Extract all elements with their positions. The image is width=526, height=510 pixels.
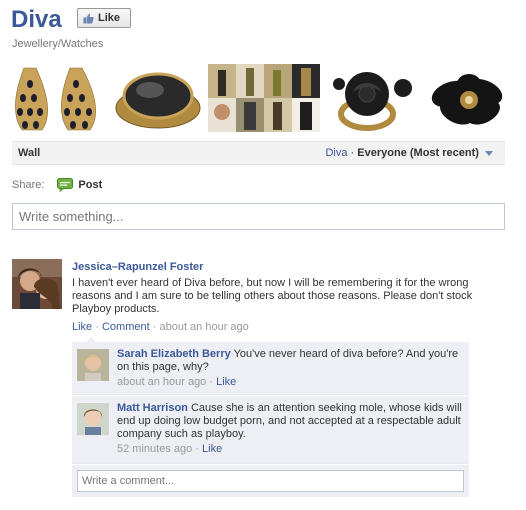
like-page-button[interactable]: Like: [77, 8, 131, 28]
wall-title[interactable]: Wall: [18, 147, 40, 159]
comment-author[interactable]: Sarah Elizabeth Berry: [117, 348, 231, 360]
rose-ring-photo[interactable]: [323, 64, 418, 132]
post-message: I haven't ever heard of Diva before, but…: [72, 277, 473, 315]
photo-strip: [12, 64, 516, 132]
earrings-photo[interactable]: [12, 64, 107, 132]
wall-header: Wall Diva · Everyone (Most recent): [12, 141, 505, 165]
like-link[interactable]: Like: [72, 321, 92, 333]
separator: ·: [95, 321, 99, 333]
comment: Matt Harrison Cause she is an attention …: [72, 396, 469, 464]
comment-timestamp[interactable]: 52 minutes ago: [117, 443, 192, 455]
page-title[interactable]: Diva: [11, 6, 62, 34]
black-cocktail-ring-photo[interactable]: [110, 64, 205, 132]
comment-link[interactable]: Comment: [102, 321, 150, 333]
wall-filter-page[interactable]: Diva: [325, 147, 347, 159]
separator: ·: [209, 376, 214, 388]
avatar[interactable]: [77, 403, 109, 435]
post-tab[interactable]: Post: [78, 179, 102, 191]
post-icon: [57, 178, 74, 192]
post-author[interactable]: Jessica–Rapunzel Foster: [72, 261, 497, 273]
comment-timestamp[interactable]: about an hour ago: [117, 376, 206, 388]
comment-meta: 52 minutes ago · Like: [117, 443, 464, 456]
avatar[interactable]: [77, 349, 109, 381]
like-button-label: Like: [98, 12, 121, 24]
comment-composer: Write a comment...: [72, 465, 469, 497]
flower-ring-photo[interactable]: [421, 64, 516, 132]
post-timestamp[interactable]: about an hour ago: [159, 321, 248, 333]
comment-like-link[interactable]: Like: [216, 376, 236, 388]
comment: Sarah Elizabeth Berry You've never heard…: [72, 342, 469, 395]
comment-author[interactable]: Matt Harrison: [117, 402, 188, 414]
thumbs-up-icon: [83, 13, 94, 23]
comment-like-link[interactable]: Like: [202, 443, 222, 455]
comments-list: Sarah Elizabeth Berry You've never heard…: [72, 337, 469, 497]
fashion-collage-photo[interactable]: [208, 64, 320, 132]
separator: ·: [152, 321, 157, 333]
comment-input[interactable]: Write a comment...: [77, 470, 464, 492]
separator: ·: [195, 443, 199, 455]
wall-filter[interactable]: Diva · Everyone (Most recent): [325, 147, 493, 159]
wall-filter-scope[interactable]: Everyone (Most recent): [357, 147, 479, 159]
post-meta: Like · Comment · about an hour ago: [72, 321, 497, 333]
dropdown-arrow-icon[interactable]: [485, 150, 493, 156]
share-label: Share:: [12, 179, 45, 191]
wall-post: Jessica–Rapunzel Foster I haven't ever h…: [72, 261, 497, 333]
share-bar: Share: Post: [12, 178, 102, 192]
avatar[interactable]: [12, 259, 62, 309]
separator: ·: [350, 147, 355, 159]
comment-meta: about an hour ago · Like: [117, 376, 464, 389]
status-input[interactable]: Write something...: [12, 203, 505, 230]
page-category[interactable]: Jewellery/Watches: [12, 38, 103, 50]
